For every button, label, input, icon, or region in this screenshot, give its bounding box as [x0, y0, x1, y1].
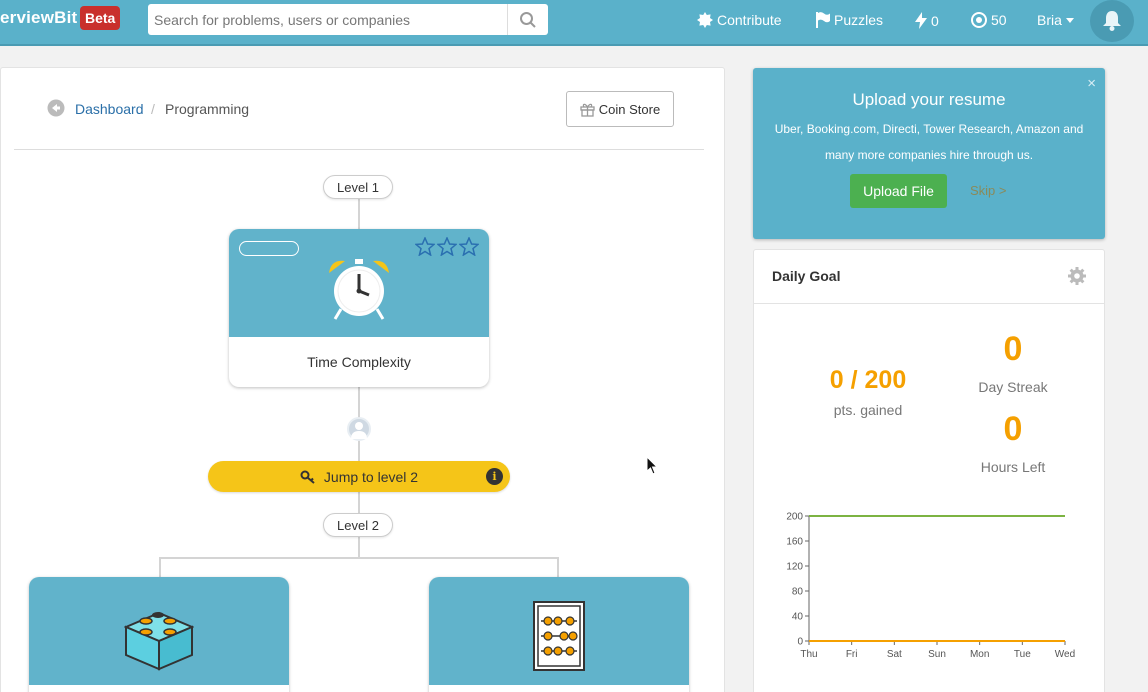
breadcrumb-dashboard[interactable]: Dashboard [75, 101, 144, 117]
gear-icon[interactable] [1068, 267, 1086, 285]
lego-brick-icon [124, 611, 194, 671]
star-icon [415, 237, 435, 256]
topic-card-header [229, 229, 489, 337]
level-1-label: Level 1 [323, 175, 393, 199]
level-2-label: Level 2 [323, 513, 393, 537]
connector-line [557, 557, 559, 579]
x-tick-label: Fri [846, 649, 858, 660]
user-menu[interactable]: Bria [1037, 12, 1074, 28]
brand-logo[interactable]: erviewBit [0, 8, 77, 28]
coin-store-button[interactable]: Coin Store [566, 91, 674, 127]
coin-icon [971, 12, 987, 28]
y-tick-label: 0 [797, 637, 803, 648]
search-icon [520, 11, 536, 28]
badge-icon [697, 12, 713, 28]
coins-count: 50 [991, 12, 1007, 28]
topic-card-level2-right[interactable] [429, 577, 689, 692]
abacus-icon [533, 601, 585, 671]
hours-left-label: Hours Left [980, 459, 1046, 475]
coin-store-label: Coin Store [598, 101, 661, 117]
resume-description: Uber, Booking.com, Directi, Tower Resear… [774, 122, 1084, 162]
topic-card-time-complexity[interactable]: Time Complexity [229, 229, 489, 387]
connector-line [159, 557, 161, 579]
lightning-icon [915, 12, 927, 29]
progress-bar [239, 241, 299, 256]
bell-icon [1103, 11, 1121, 31]
star-icon [437, 237, 457, 256]
y-tick-label: 40 [792, 612, 804, 623]
day-streak-value: 0 [1003, 330, 1023, 368]
search-input[interactable] [148, 4, 508, 35]
streak-indicator[interactable]: 0 [915, 12, 939, 29]
skip-link[interactable]: Skip > [970, 183, 1007, 198]
puzzles-link[interactable]: Puzzles [816, 12, 883, 28]
breadcrumb-current: Programming [165, 101, 250, 117]
topic-card-level2-left[interactable] [29, 577, 289, 692]
user-avatar-node [347, 417, 371, 441]
header-divider [14, 149, 704, 150]
points-label: pts. gained [833, 402, 903, 418]
y-tick-label: 160 [786, 537, 803, 548]
star-rating [415, 237, 479, 256]
alarm-clock-icon [329, 259, 389, 320]
connector-line [159, 557, 559, 559]
topic-card-header [29, 577, 289, 685]
back-arrow-icon[interactable] [47, 99, 65, 117]
user-icon [351, 422, 367, 439]
jump-to-level-button[interactable]: Jump to level 2 i [208, 461, 510, 492]
key-icon [300, 470, 315, 484]
mouse-cursor-icon [647, 457, 659, 475]
puzzles-label: Puzzles [834, 12, 884, 28]
breadcrumb-separator: / [151, 101, 155, 117]
x-tick-label: Thu [800, 649, 817, 660]
hours-left-value: 0 [1003, 410, 1023, 448]
x-tick-label: Mon [970, 649, 989, 660]
y-tick-label: 120 [786, 562, 803, 573]
search-button[interactable] [507, 4, 548, 35]
info-icon[interactable]: i [486, 468, 503, 485]
notifications-button[interactable] [1090, 0, 1134, 42]
user-name: Bria [1037, 12, 1062, 28]
streak-count: 0 [931, 12, 939, 29]
day-streak-label: Day Streak [978, 379, 1048, 395]
x-tick-label: Sun [928, 649, 946, 660]
topic-card-header [429, 577, 689, 685]
contribute-link[interactable]: Contribute [697, 12, 782, 28]
beta-badge: Beta [80, 6, 121, 30]
daily-goal-header: Daily Goal [754, 250, 1104, 304]
jump-button-label: Jump to level 2 [323, 468, 419, 485]
x-tick-label: Wed [1055, 649, 1075, 660]
gift-icon [580, 103, 595, 117]
y-tick-label: 200 [786, 512, 803, 523]
contribute-label: Contribute [717, 12, 782, 28]
upload-file-button[interactable]: Upload File [850, 174, 947, 208]
chevron-down-icon [1065, 17, 1074, 23]
x-tick-label: Tue [1014, 649, 1031, 660]
search-bar [148, 4, 548, 35]
points-value: 0 / 200 [829, 366, 907, 394]
star-icon [459, 237, 479, 256]
connector-line [358, 536, 360, 558]
x-tick-label: Sat [887, 649, 902, 660]
flag-icon [816, 12, 830, 28]
daily-goal-title: Daily Goal [772, 268, 841, 284]
topic-title: Time Complexity [307, 354, 411, 370]
upload-resume-card: × Upload your resume Uber, Booking.com, … [753, 68, 1105, 239]
top-navbar: erviewBit Beta Contribute Puzzles 0 [0, 0, 1148, 46]
y-tick-label: 80 [792, 587, 804, 598]
connector-line [358, 198, 360, 230]
daily-goal-chart: 0 40 80 120 160 200 Thu Fri Sat Sun Mon Tue Wed [786, 512, 1075, 661]
resume-title: Upload your resume [852, 90, 1006, 109]
coins-indicator[interactable]: 50 [971, 12, 1007, 28]
